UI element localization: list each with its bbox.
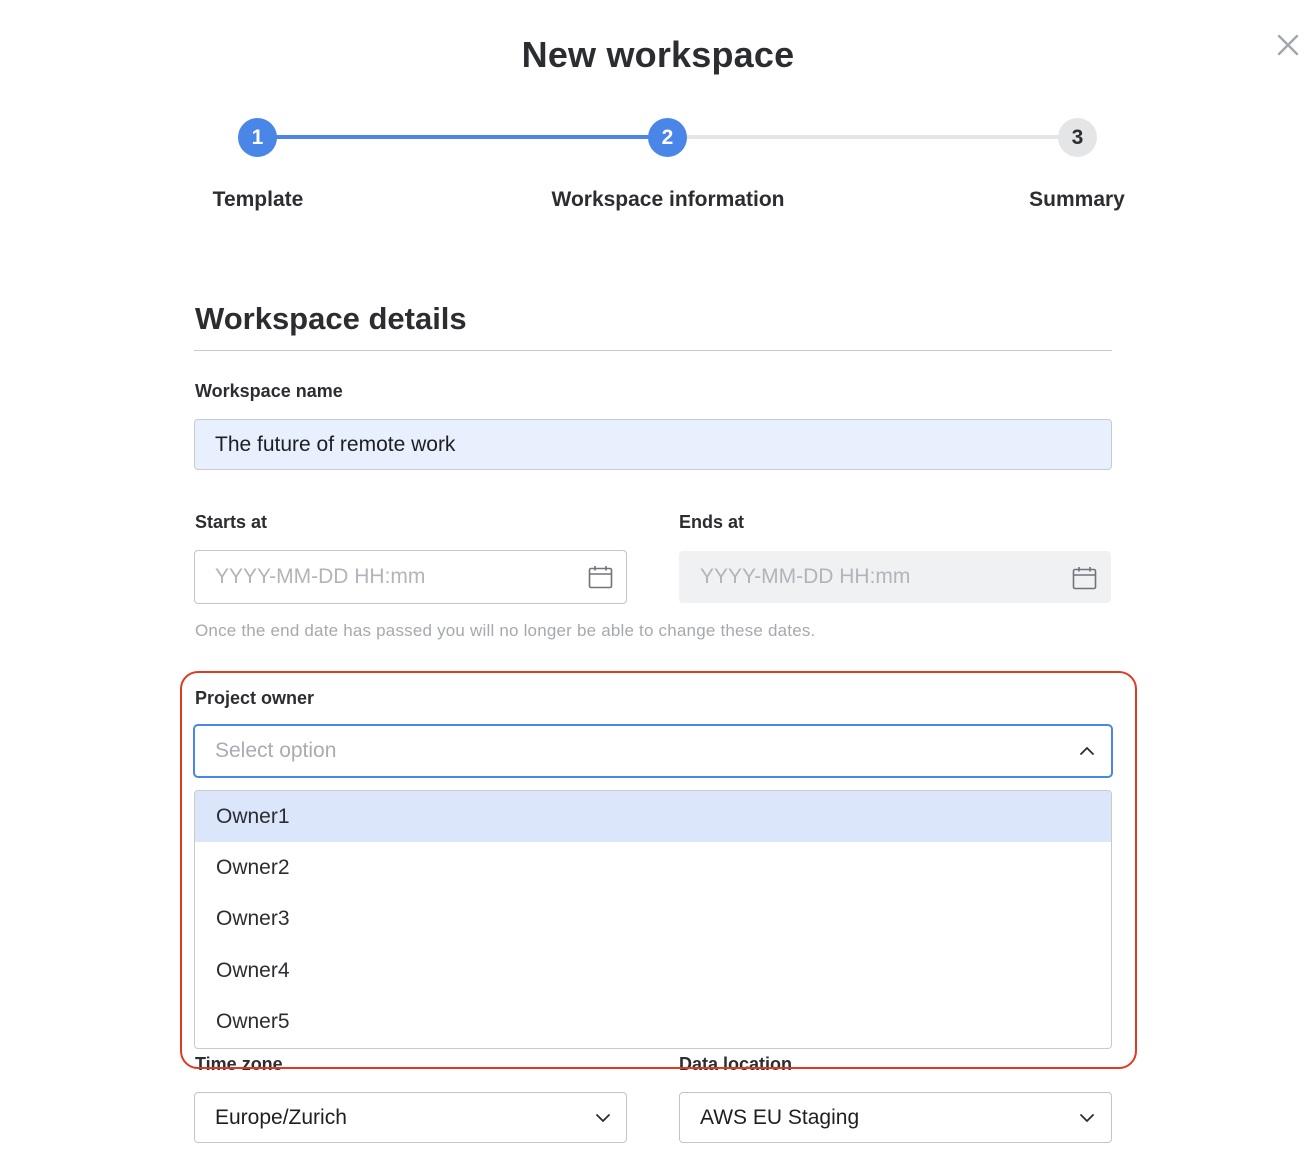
- step-3-indicator: 3: [1058, 118, 1097, 157]
- starts-at-label: Starts at: [195, 512, 268, 532]
- ends-at-label: Ends at: [679, 512, 745, 532]
- starts-at-placeholder: YYYY-MM-DD HH:mm: [215, 565, 426, 588]
- new-workspace-dialog: New workspace 1 2 3 Template Workspace i…: [0, 0, 1308, 1162]
- project-owner-placeholder: Select option: [215, 739, 337, 762]
- data-location-select[interactable]: AWS EU Staging: [679, 1092, 1112, 1143]
- stepper-track-pending: [668, 135, 1078, 139]
- dropdown-option[interactable]: Owner4: [195, 945, 1111, 996]
- dropdown-option[interactable]: Owner3: [195, 894, 1111, 945]
- dropdown-option[interactable]: Owner2: [195, 842, 1111, 893]
- chevron-down-icon: [596, 1114, 610, 1122]
- data-location-label: Data location: [679, 1054, 793, 1074]
- calendar-icon: [1072, 567, 1097, 590]
- ends-at-input: YYYY-MM-DD HH:mm: [679, 551, 1111, 603]
- step-1-indicator[interactable]: 1: [238, 118, 277, 157]
- project-owner-dropdown: Owner1 Owner2 Owner3 Owner4 Owner5: [194, 790, 1112, 1049]
- calendar-icon[interactable]: [588, 565, 613, 589]
- data-location-value: AWS EU Staging: [700, 1105, 860, 1129]
- chevron-down-icon: [1080, 1114, 1094, 1122]
- project-owner-select[interactable]: Select option: [193, 724, 1113, 778]
- workspace-name-value: The future of remote work: [215, 432, 456, 456]
- dropdown-option[interactable]: Owner1: [195, 791, 1111, 843]
- stepper-track-completed: [258, 135, 668, 139]
- time-zone-label: Time zone: [195, 1054, 283, 1074]
- time-zone-value: Europe/Zurich: [215, 1105, 347, 1129]
- step-3-label: Summary: [1029, 188, 1125, 211]
- project-owner-label: Project owner: [195, 688, 315, 708]
- ends-at-placeholder: YYYY-MM-DD HH:mm: [700, 565, 911, 588]
- step-2-indicator[interactable]: 2: [648, 118, 687, 157]
- workspace-name-label: Workspace name: [195, 381, 343, 401]
- starts-at-input[interactable]: YYYY-MM-DD HH:mm: [194, 550, 627, 604]
- workspace-name-input[interactable]: The future of remote work: [194, 419, 1112, 470]
- dialog-title: New workspace: [521, 34, 795, 75]
- step-2-label: Workspace information: [551, 188, 785, 211]
- step-1-label: Template: [212, 188, 304, 211]
- section-divider: [194, 350, 1112, 351]
- dropdown-option[interactable]: Owner5: [195, 997, 1111, 1048]
- chevron-up-icon: [1080, 747, 1094, 755]
- date-hint: Once the end date has passed you will no…: [195, 621, 816, 640]
- time-zone-select[interactable]: Europe/Zurich: [194, 1092, 627, 1143]
- section-title: Workspace details: [195, 301, 467, 336]
